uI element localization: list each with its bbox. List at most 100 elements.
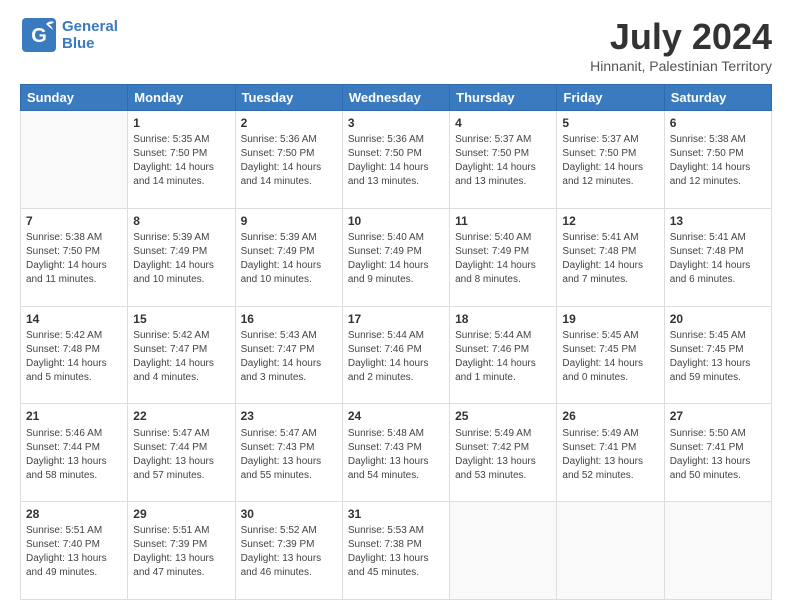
- day-cell: 2 Sunrise: 5:36 AM Sunset: 7:50 PM Daylig…: [235, 111, 342, 209]
- day-info: Sunrise: 5:39 AM Sunset: 7:49 PM Dayligh…: [133, 231, 229, 287]
- day-info: Sunrise: 5:35 AM Sunset: 7:50 PM Dayligh…: [133, 133, 229, 189]
- day-cell: 29 Sunrise: 5:51 AM Sunset: 7:39 PM Dayli…: [128, 502, 235, 600]
- day-cell: [664, 502, 771, 600]
- day-number: 29: [133, 506, 229, 522]
- main-title: July 2024: [590, 16, 772, 58]
- day-cell: [21, 111, 128, 209]
- day-info: Sunrise: 5:51 AM Sunset: 7:39 PM Dayligh…: [133, 524, 229, 580]
- day-cell: 22 Sunrise: 5:47 AM Sunset: 7:44 PM Dayli…: [128, 404, 235, 502]
- day-info: Sunrise: 5:39 AM Sunset: 7:49 PM Dayligh…: [241, 231, 337, 287]
- day-number: 6: [670, 115, 766, 131]
- day-number: 9: [241, 213, 337, 229]
- day-info: Sunrise: 5:52 AM Sunset: 7:39 PM Dayligh…: [241, 524, 337, 580]
- day-cell: 27 Sunrise: 5:50 AM Sunset: 7:41 PM Dayli…: [664, 404, 771, 502]
- day-number: 23: [241, 408, 337, 424]
- day-cell: 9 Sunrise: 5:39 AM Sunset: 7:49 PM Daylig…: [235, 208, 342, 306]
- day-cell: 21 Sunrise: 5:46 AM Sunset: 7:44 PM Dayli…: [21, 404, 128, 502]
- day-number: 24: [348, 408, 444, 424]
- day-info: Sunrise: 5:46 AM Sunset: 7:44 PM Dayligh…: [26, 427, 122, 483]
- day-cell: 1 Sunrise: 5:35 AM Sunset: 7:50 PM Daylig…: [128, 111, 235, 209]
- day-cell: 13 Sunrise: 5:41 AM Sunset: 7:48 PM Dayli…: [664, 208, 771, 306]
- day-number: 13: [670, 213, 766, 229]
- day-number: 16: [241, 311, 337, 327]
- svg-text:G: G: [31, 25, 47, 47]
- day-cell: 12Sunrise: 5:41 AM Sunset: 7:48 PM Dayli…: [557, 208, 664, 306]
- day-number: 15: [133, 311, 229, 327]
- week-row-3: 14Sunrise: 5:42 AM Sunset: 7:48 PM Dayli…: [21, 306, 772, 404]
- sub-title: Hinnanit, Palestinian Territory: [590, 58, 772, 74]
- day-info: Sunrise: 5:40 AM Sunset: 7:49 PM Dayligh…: [348, 231, 444, 287]
- day-number: 12: [562, 213, 658, 229]
- day-number: 17: [348, 311, 444, 327]
- day-cell: 15 Sunrise: 5:42 AM Sunset: 7:47 PM Dayli…: [128, 306, 235, 404]
- day-info: Sunrise: 5:45 AM Sunset: 7:45 PM Dayligh…: [562, 329, 658, 385]
- day-number: 18: [455, 311, 551, 327]
- calendar-table: SundayMondayTuesdayWednesdayThursdayFrid…: [20, 84, 772, 600]
- day-header-sunday: Sunday: [21, 85, 128, 111]
- day-cell: 24Sunrise: 5:48 AM Sunset: 7:43 PM Dayli…: [342, 404, 449, 502]
- day-info: Sunrise: 5:49 AM Sunset: 7:42 PM Dayligh…: [455, 427, 551, 483]
- day-number: 4: [455, 115, 551, 131]
- day-cell: 10Sunrise: 5:40 AM Sunset: 7:49 PM Dayli…: [342, 208, 449, 306]
- day-number: 19: [562, 311, 658, 327]
- day-info: Sunrise: 5:53 AM Sunset: 7:38 PM Dayligh…: [348, 524, 444, 580]
- day-number: 31: [348, 506, 444, 522]
- day-cell: 3 Sunrise: 5:36 AM Sunset: 7:50 PM Daylig…: [342, 111, 449, 209]
- week-row-5: 28 Sunrise: 5:51 AM Sunset: 7:40 PM Dayli…: [21, 502, 772, 600]
- day-number: 30: [241, 506, 337, 522]
- day-number: 5: [562, 115, 658, 131]
- day-cell: 20Sunrise: 5:45 AM Sunset: 7:45 PM Dayli…: [664, 306, 771, 404]
- day-info: Sunrise: 5:36 AM Sunset: 7:50 PM Dayligh…: [241, 133, 337, 189]
- day-cell: 16Sunrise: 5:43 AM Sunset: 7:47 PM Dayli…: [235, 306, 342, 404]
- day-info: Sunrise: 5:47 AM Sunset: 7:44 PM Dayligh…: [133, 427, 229, 483]
- day-number: 3: [348, 115, 444, 131]
- day-cell: 11 Sunrise: 5:40 AM Sunset: 7:49 PM Dayli…: [450, 208, 557, 306]
- day-info: Sunrise: 5:37 AM Sunset: 7:50 PM Dayligh…: [455, 133, 551, 189]
- day-number: 14: [26, 311, 122, 327]
- day-number: 8: [133, 213, 229, 229]
- day-number: 26: [562, 408, 658, 424]
- day-info: Sunrise: 5:47 AM Sunset: 7:43 PM Dayligh…: [241, 427, 337, 483]
- day-cell: 7Sunrise: 5:38 AM Sunset: 7:50 PM Daylig…: [21, 208, 128, 306]
- day-cell: 4 Sunrise: 5:37 AM Sunset: 7:50 PM Daylig…: [450, 111, 557, 209]
- logo-blue-text: Blue: [62, 35, 118, 52]
- day-number: 22: [133, 408, 229, 424]
- day-cell: [557, 502, 664, 600]
- day-number: 27: [670, 408, 766, 424]
- day-header-thursday: Thursday: [450, 85, 557, 111]
- title-block: July 2024 Hinnanit, Palestinian Territor…: [590, 16, 772, 74]
- day-number: 2: [241, 115, 337, 131]
- day-info: Sunrise: 5:44 AM Sunset: 7:46 PM Dayligh…: [455, 329, 551, 385]
- day-cell: 25 Sunrise: 5:49 AM Sunset: 7:42 PM Dayli…: [450, 404, 557, 502]
- day-info: Sunrise: 5:40 AM Sunset: 7:49 PM Dayligh…: [455, 231, 551, 287]
- day-cell: 5 Sunrise: 5:37 AM Sunset: 7:50 PM Daylig…: [557, 111, 664, 209]
- day-info: Sunrise: 5:51 AM Sunset: 7:40 PM Dayligh…: [26, 524, 122, 580]
- day-header-wednesday: Wednesday: [342, 85, 449, 111]
- day-header-friday: Friday: [557, 85, 664, 111]
- day-number: 11: [455, 213, 551, 229]
- week-row-4: 21 Sunrise: 5:46 AM Sunset: 7:44 PM Dayli…: [21, 404, 772, 502]
- day-cell: 23 Sunrise: 5:47 AM Sunset: 7:43 PM Dayli…: [235, 404, 342, 502]
- day-info: Sunrise: 5:44 AM Sunset: 7:46 PM Dayligh…: [348, 329, 444, 385]
- logo-icon: G: [20, 16, 58, 54]
- day-header-saturday: Saturday: [664, 85, 771, 111]
- day-info: Sunrise: 5:36 AM Sunset: 7:50 PM Dayligh…: [348, 133, 444, 189]
- logo: G General Blue: [20, 16, 118, 54]
- day-number: 28: [26, 506, 122, 522]
- week-row-1: 1 Sunrise: 5:35 AM Sunset: 7:50 PM Daylig…: [21, 111, 772, 209]
- day-info: Sunrise: 5:42 AM Sunset: 7:47 PM Dayligh…: [133, 329, 229, 385]
- day-cell: 6 Sunrise: 5:38 AM Sunset: 7:50 PM Daylig…: [664, 111, 771, 209]
- week-row-2: 7Sunrise: 5:38 AM Sunset: 7:50 PM Daylig…: [21, 208, 772, 306]
- day-cell: 17 Sunrise: 5:44 AM Sunset: 7:46 PM Dayli…: [342, 306, 449, 404]
- day-number: 21: [26, 408, 122, 424]
- day-number: 20: [670, 311, 766, 327]
- page: G General Blue July 2024 Hinnanit, Pales…: [0, 0, 792, 612]
- day-info: Sunrise: 5:41 AM Sunset: 7:48 PM Dayligh…: [670, 231, 766, 287]
- day-number: 1: [133, 115, 229, 131]
- day-info: Sunrise: 5:50 AM Sunset: 7:41 PM Dayligh…: [670, 427, 766, 483]
- logo-general-text: General: [62, 18, 118, 35]
- day-number: 7: [26, 213, 122, 229]
- day-info: Sunrise: 5:38 AM Sunset: 7:50 PM Dayligh…: [670, 133, 766, 189]
- day-info: Sunrise: 5:37 AM Sunset: 7:50 PM Dayligh…: [562, 133, 658, 189]
- day-number: 25: [455, 408, 551, 424]
